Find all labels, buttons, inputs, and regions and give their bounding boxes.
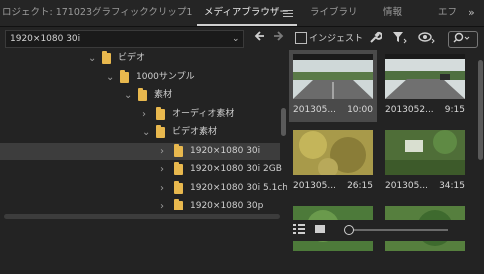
media-thumbnail[interactable]: 201305... 26:15 bbox=[289, 126, 377, 198]
tree-row-label: 素材 bbox=[154, 90, 173, 100]
active-tab-indicator bbox=[197, 24, 297, 26]
folder-tree: ⌄ ビデオ ⌄ 1000サンプル ⌄ 素材 › オーディオ素材 ⌄ ビデオ素材 › 1920×1080… bbox=[0, 50, 287, 210]
tree-row-label: 1920×1080 30i 2GB bbox=[190, 164, 282, 174]
tree-row-label: 1920×1080 30i bbox=[190, 145, 261, 156]
thumbnail-grid: 201305... 10:00 2013052... 9:15 201305... 26:… bbox=[289, 50, 474, 251]
tree-row[interactable]: › 1920×1080 30i bbox=[0, 142, 280, 160]
media-thumbnail[interactable]: 2013052... 9:15 bbox=[381, 50, 469, 122]
tree-row[interactable]: › 1920×1080 30i 5.1ch bbox=[0, 180, 287, 197]
folder-icon bbox=[102, 51, 111, 64]
chevron-right-icon[interactable]: › bbox=[160, 143, 164, 160]
tab-media-browser[interactable]: メディアブラウザー bbox=[204, 0, 289, 26]
wrench-icon[interactable] bbox=[368, 30, 383, 48]
path-dropdown-value: 1920×1080 30i bbox=[10, 34, 81, 44]
media-thumbnail[interactable]: 201305... 10:00 bbox=[289, 50, 377, 122]
folder-icon bbox=[138, 88, 147, 101]
filter-icon[interactable] bbox=[392, 30, 408, 48]
thumbnail-filename: 201305... bbox=[385, 181, 428, 191]
tree-horizontal-scrollbar[interactable] bbox=[4, 214, 280, 219]
folder-icon bbox=[174, 162, 183, 175]
media-thumbnail[interactable]: 201305... 34:15 bbox=[381, 126, 469, 198]
tab-project[interactable]: ロジェクト: 171023グラフィッククリップ1 bbox=[2, 0, 192, 26]
tree-row[interactable]: ⌄ ビデオ bbox=[0, 50, 280, 67]
folder-icon bbox=[174, 180, 183, 194]
thumbnail-image bbox=[385, 130, 465, 175]
tree-vertical-scrollbar[interactable] bbox=[281, 108, 286, 136]
folder-icon bbox=[174, 199, 183, 210]
chevron-right-icon[interactable]: › bbox=[142, 106, 146, 123]
thumbnail-filename: 201305... bbox=[293, 105, 336, 115]
list-view-icon[interactable] bbox=[292, 223, 306, 239]
tree-row-label: オーディオ素材 bbox=[172, 108, 235, 119]
ingest-checkbox[interactable] bbox=[295, 32, 307, 44]
folder-icon bbox=[120, 69, 129, 83]
thumbnail-filename: 2013052... bbox=[385, 105, 434, 115]
chevron-down-icon[interactable]: ⌄ bbox=[106, 69, 114, 86]
thumbnail-vertical-scrollbar[interactable] bbox=[478, 60, 483, 160]
tree-row[interactable]: › オーディオ素材 bbox=[0, 106, 280, 123]
chevron-down-icon[interactable]: ⌄ bbox=[88, 50, 96, 67]
folder-icon bbox=[156, 106, 165, 120]
thumbnail-duration: 34:15 bbox=[439, 181, 465, 191]
arrow-left-icon[interactable] bbox=[254, 30, 266, 46]
tab-overflow-icon[interactable]: » bbox=[468, 0, 475, 26]
chevron-down-icon[interactable]: ⌄ bbox=[142, 124, 150, 141]
chevron-right-icon[interactable]: › bbox=[160, 180, 164, 197]
chevron-down-icon[interactable]: ⌄ bbox=[232, 31, 240, 47]
search-icon bbox=[452, 31, 472, 49]
thumbnail-duration: 26:15 bbox=[347, 181, 373, 191]
tree-row-label: ビデオ素材 bbox=[172, 127, 218, 137]
tab-info[interactable]: 情報 bbox=[383, 0, 402, 26]
tab-menu-icon[interactable] bbox=[283, 8, 293, 18]
tree-row-label: 1000サンプル bbox=[136, 71, 195, 82]
arrow-right-icon[interactable] bbox=[272, 30, 284, 46]
thumbnail-image bbox=[293, 54, 373, 99]
eye-icon[interactable] bbox=[418, 30, 436, 48]
folder-icon bbox=[156, 125, 165, 138]
thumbnail-image bbox=[385, 54, 465, 99]
tree-row[interactable]: ⌄ ビデオ素材 bbox=[0, 124, 280, 141]
tab-libraries[interactable]: ライブラリ bbox=[310, 0, 358, 26]
tree-row-label: 1920×1080 30p bbox=[190, 201, 264, 210]
tree-row[interactable]: ⌄ 素材 bbox=[0, 87, 280, 104]
thumbnail-image bbox=[293, 130, 373, 175]
tree-row-label: ビデオ bbox=[118, 53, 146, 63]
chevron-right-icon[interactable]: › bbox=[160, 198, 164, 210]
zoom-slider-track[interactable] bbox=[348, 229, 448, 231]
tree-row[interactable]: › 1920×1080 30p bbox=[0, 198, 280, 210]
folder-icon bbox=[174, 143, 183, 157]
thumbnail-duration: 10:00 bbox=[347, 105, 373, 115]
zoom-slider-handle[interactable] bbox=[344, 225, 354, 235]
chevron-right-icon[interactable]: › bbox=[160, 161, 164, 178]
tab-effects[interactable]: エフ bbox=[438, 0, 457, 26]
tree-row-label: 1920×1080 30i 5.1ch bbox=[190, 182, 287, 193]
thumbnail-duration: 9:15 bbox=[444, 105, 465, 115]
chevron-down-icon[interactable]: ⌄ bbox=[124, 87, 132, 104]
icon-view-icon[interactable] bbox=[314, 223, 326, 239]
tree-row[interactable]: › 1920×1080 30i 2GB bbox=[0, 161, 282, 178]
thumbnail-filename: 201305... bbox=[293, 181, 336, 191]
ingest-label: インジェスト bbox=[309, 34, 364, 44]
tree-row[interactable]: ⌄ 1000サンプル bbox=[0, 69, 280, 86]
